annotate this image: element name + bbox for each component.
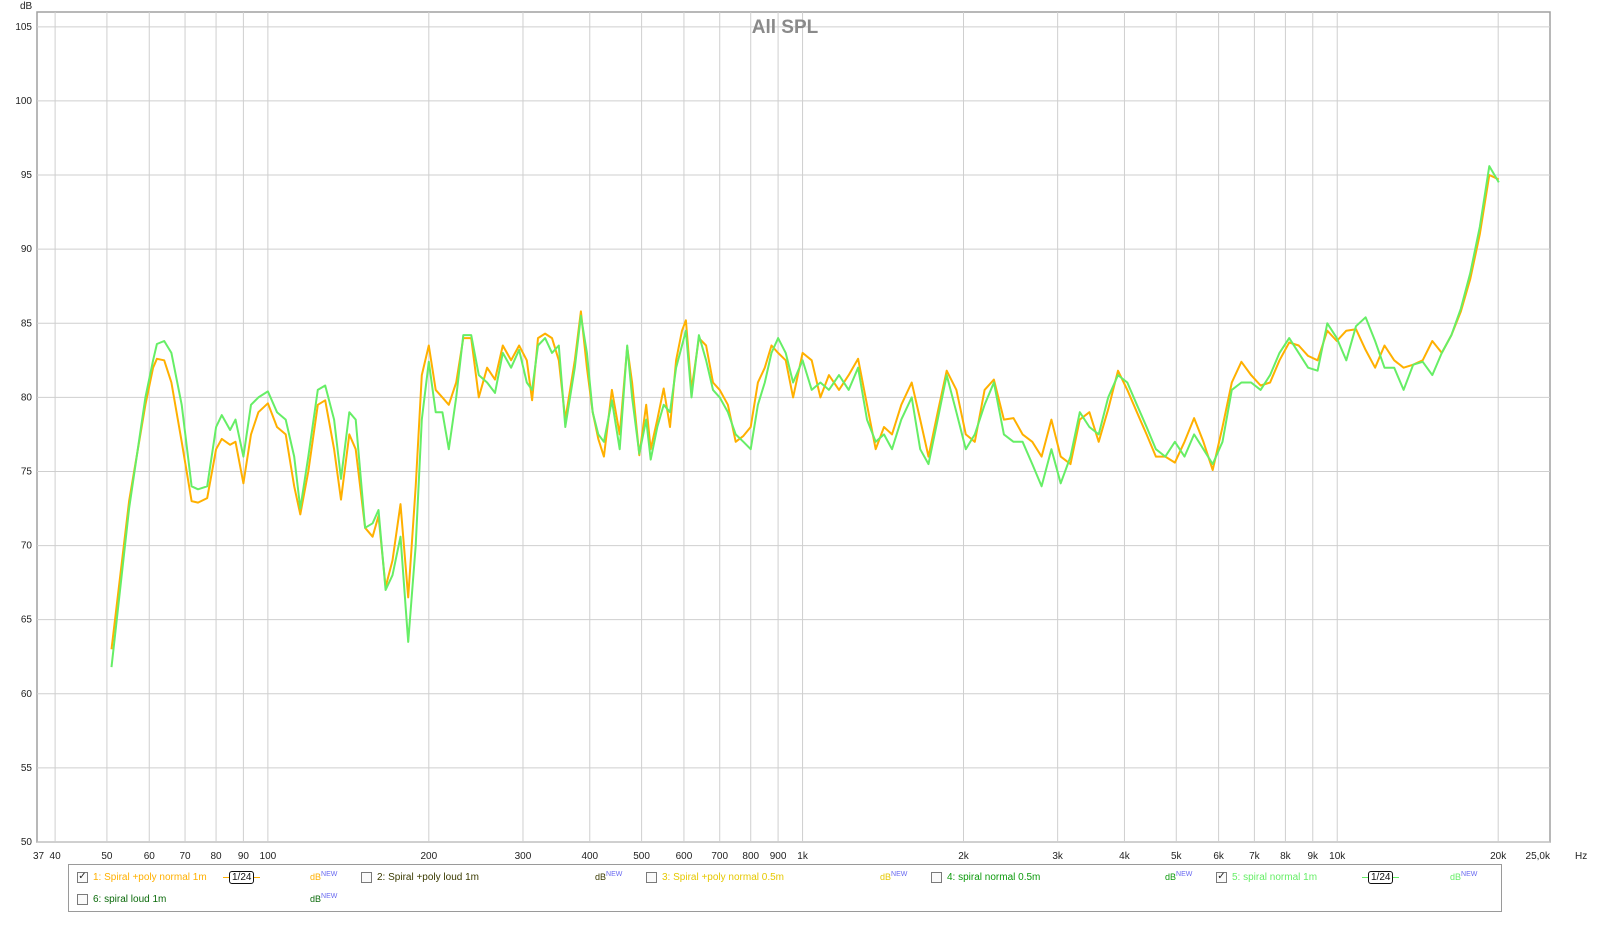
chart-title: All SPL — [752, 17, 819, 38]
y-tick-label: 65 — [21, 615, 33, 626]
x-tick-label: 10k — [1329, 851, 1346, 862]
smoothing-value: 1/24 — [1368, 870, 1394, 884]
x-tick-label: 60 — [144, 851, 156, 862]
plot-frame — [36, 11, 1551, 843]
x-tick-label: 3k — [1052, 851, 1064, 862]
legend-checkbox[interactable] — [77, 893, 88, 905]
legend-db-offset-button[interactable]: dBNEW — [1165, 871, 1192, 882]
legend-item-label: 3: Spiral +poly normal 0.5m — [662, 871, 785, 883]
legend-db-offset-button[interactable]: dBNEW — [310, 871, 337, 882]
db-label: dB — [310, 872, 322, 882]
x-tick-label: 5k — [1171, 851, 1183, 862]
legend-checkbox[interactable]: ✓ — [1216, 871, 1227, 883]
x-tick-label: 900 — [770, 851, 787, 862]
x-tick-label: 200 — [420, 851, 437, 862]
x-tick-label: 600 — [676, 851, 693, 862]
y-tick-label: 80 — [21, 392, 33, 403]
x-tick-label: 40 — [50, 851, 62, 862]
x-tick-label: 50 — [101, 851, 113, 862]
db-label: dB — [595, 872, 607, 882]
legend-item[interactable]: 4: spiral normal 0.5m — [931, 869, 1040, 885]
legend-item[interactable]: 3: Spiral +poly normal 0.5m — [646, 869, 784, 885]
legend-db-offset-button[interactable]: dBNEW — [1450, 871, 1477, 882]
x-tick-label: 400 — [581, 851, 598, 862]
new-badge: NEW — [1176, 871, 1193, 878]
legend-item-label: 5: spiral normal 1m — [1232, 871, 1318, 883]
x-tick-label: 90 — [238, 851, 250, 862]
x-tick-label: 70 — [179, 851, 191, 862]
chart-grid — [36, 11, 1551, 843]
x-tick-label: 8k — [1280, 851, 1292, 862]
legend-item[interactable]: 6: spiral loud 1m — [77, 891, 166, 907]
y-tick-label: 95 — [21, 170, 33, 181]
smoothing-value: 1/24 — [229, 870, 255, 884]
x-tick-label: 100 — [260, 851, 277, 862]
x-tick-label: 300 — [515, 851, 532, 862]
y-tick-label: 75 — [21, 466, 33, 477]
y-tick-label: 60 — [21, 689, 33, 700]
legend-checkbox[interactable]: ✓ — [77, 871, 88, 883]
y-tick-label: 50 — [21, 837, 33, 848]
new-badge: NEW — [891, 871, 908, 878]
new-badge: NEW — [606, 871, 623, 878]
x-tick-label: 7k — [1249, 851, 1261, 862]
y-tick-label: 85 — [21, 318, 33, 329]
x-axis-unit: Hz — [1575, 851, 1587, 862]
x-tick-label: 20k — [1490, 851, 1507, 862]
x-tick-label: 500 — [633, 851, 650, 862]
legend-checkbox[interactable] — [361, 871, 372, 883]
legend-db-offset-button[interactable]: dBNEW — [595, 871, 622, 882]
legend-db-offset-button[interactable]: dBNEW — [880, 871, 907, 882]
legend-item-label: 4: spiral normal 0.5m — [947, 871, 1041, 883]
legend-checkbox[interactable] — [931, 871, 942, 883]
new-badge: NEW — [321, 871, 338, 878]
new-badge: NEW — [1461, 871, 1478, 878]
y-axis-unit: dB — [20, 1, 33, 12]
legend-item-label: 6: spiral loud 1m — [93, 893, 167, 905]
x-tick-label: 9k — [1307, 851, 1319, 862]
db-label: dB — [880, 872, 892, 882]
legend-db-offset-button[interactable]: dBNEW — [310, 893, 337, 904]
legend-panel: ✓ 1: Spiral +poly normal 1m 1/24 dBNEW 2: Sp… — [68, 864, 1502, 912]
y-tick-label: 55 — [21, 763, 33, 774]
x-tick-label: 700 — [711, 851, 728, 862]
legend-checkbox[interactable] — [646, 871, 657, 883]
legend-item-label: 2: Spiral +poly loud 1m — [377, 871, 480, 883]
y-tick-label: 105 — [15, 22, 32, 33]
legend-item[interactable]: 2: Spiral +poly loud 1m — [361, 869, 479, 885]
x-tick-label: 4k — [1119, 851, 1131, 862]
y-tick-label: 90 — [21, 244, 33, 255]
spl-chart: 50 55 60 65 70 75 80 85 90 95 100 105 37 40 50 60 70 80 90… — [15, 1, 1587, 862]
db-label: dB — [1165, 872, 1177, 882]
new-badge: NEW — [321, 893, 338, 900]
legend-item-label: 1: Spiral +poly normal 1m — [93, 871, 207, 883]
x-tick-label: 2k — [958, 851, 970, 862]
x-tick-label: 800 — [742, 851, 759, 862]
x-tick-label: 25,0k — [1526, 851, 1551, 862]
y-tick-label: 100 — [15, 96, 32, 107]
smoothing-control[interactable]: 1/24 — [1362, 870, 1400, 884]
x-tick-label: 1k — [797, 851, 809, 862]
x-tick-label: 6k — [1213, 851, 1225, 862]
x-tick-label: 37 — [33, 851, 45, 862]
smoothing-control[interactable]: 1/24 — [223, 870, 261, 884]
y-tick-label: 70 — [21, 541, 33, 552]
db-label: dB — [310, 894, 322, 904]
legend-item[interactable]: ✓ 5: spiral normal 1m — [1216, 869, 1317, 885]
x-tick-label: 80 — [210, 851, 222, 862]
legend-item[interactable]: ✓ 1: Spiral +poly normal 1m — [77, 869, 207, 885]
db-label: dB — [1450, 872, 1462, 882]
